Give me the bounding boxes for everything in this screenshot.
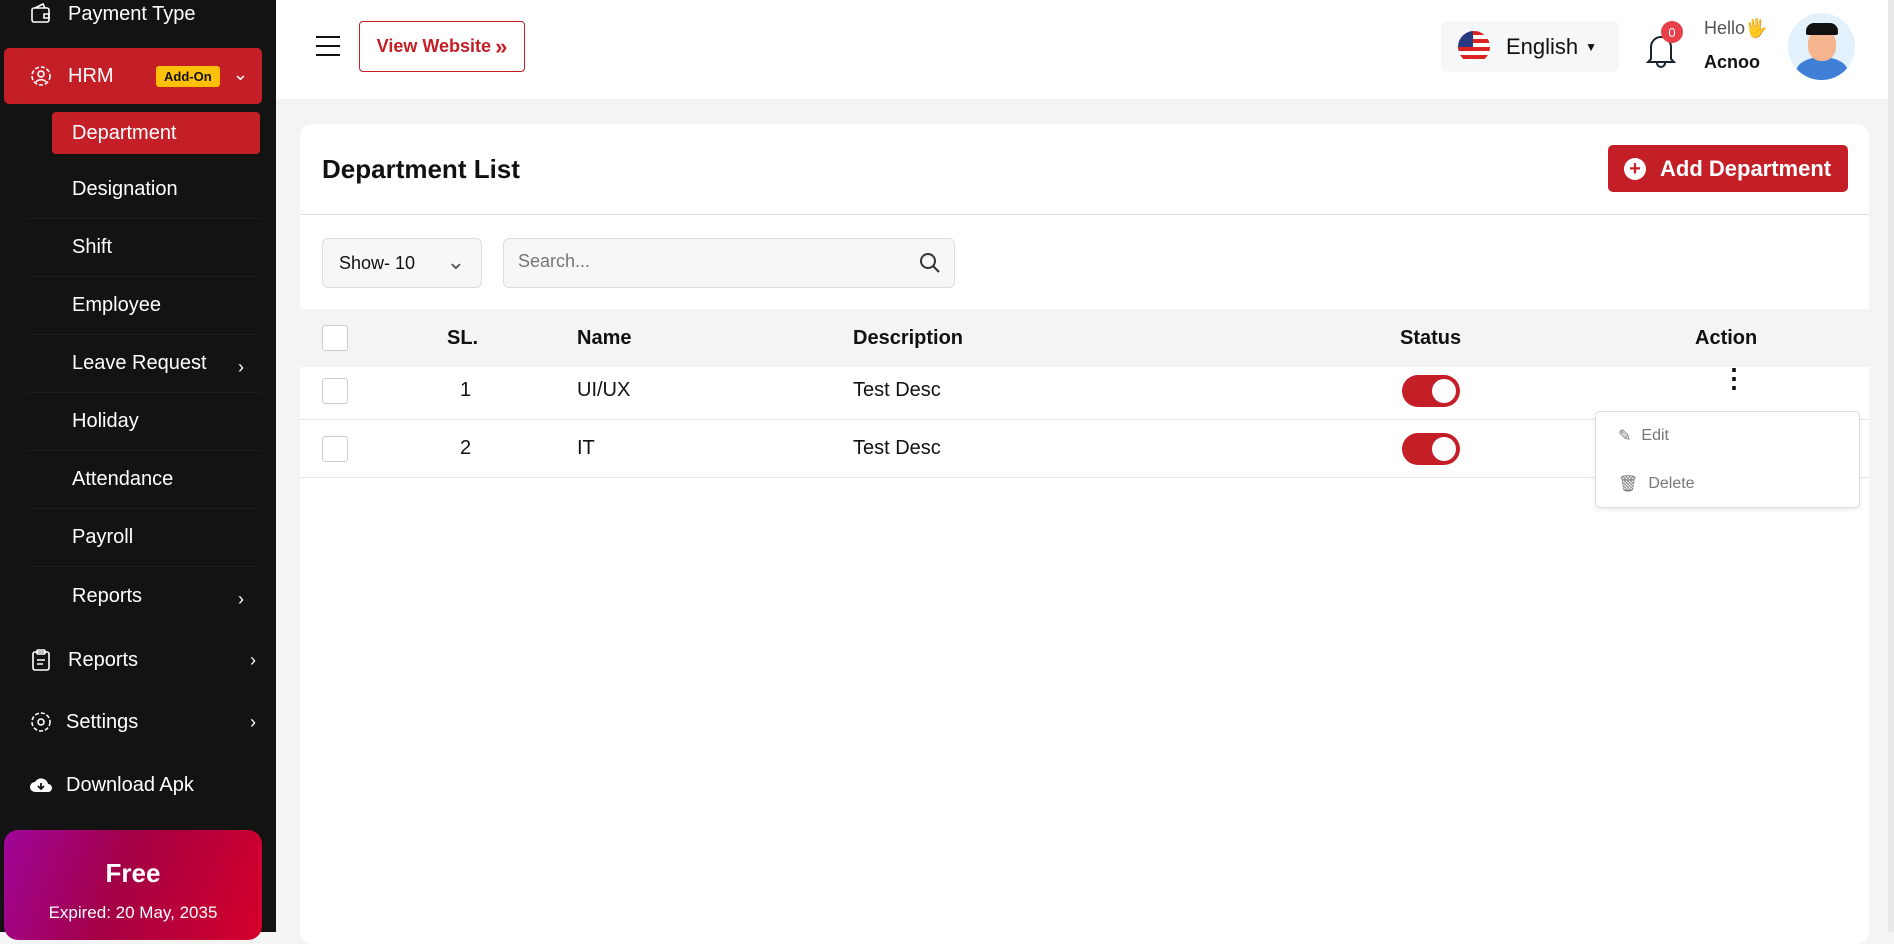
notification-bell[interactable]: 0	[1646, 28, 1682, 68]
sidebar-item-holiday[interactable]: Holiday	[28, 393, 260, 451]
sidebar-item-employee[interactable]: Employee	[28, 277, 260, 335]
chevron-down-icon: ⌄	[447, 249, 465, 275]
sidebar-item-reports[interactable]: Reports›	[0, 640, 276, 680]
label: Shift	[72, 236, 112, 259]
sidebar-item-download-apk[interactable]: Download Apk	[0, 765, 276, 805]
cell-description: Test Desc	[853, 379, 941, 402]
department-card: Department List + Add Department Show- 1…	[300, 124, 1869, 944]
addon-badge: Add-On	[156, 66, 220, 87]
greeting-text: Hello	[1704, 18, 1745, 38]
sidebar-item-hrm-reports[interactable]: Reports ›	[28, 567, 260, 625]
language-select[interactable]: English ▼	[1441, 21, 1619, 72]
sidebar: Payment Type HRM Add-On ⌄ Department Des…	[0, 0, 276, 932]
sidebar-item-hrm[interactable]: HRM Add-On ⌄	[4, 48, 262, 104]
label: Attendance	[72, 468, 173, 491]
chevron-right-icon: ›	[250, 650, 256, 671]
sidebar-item-leave-request[interactable]: Leave Request ›	[28, 335, 260, 393]
chevron-right-icon: ›	[238, 357, 244, 378]
wallet-icon	[28, 1, 54, 27]
label: Designation	[72, 178, 178, 201]
cell-name: UI/UX	[577, 379, 630, 402]
action-menu: ✎ Edit 🗑 Delete	[1595, 411, 1860, 508]
top-header: View Website» English ▼ 0 Hello🖐 Acnoo	[276, 0, 1894, 99]
sidebar-item-shift[interactable]: Shift	[28, 219, 260, 277]
label: Edit	[1641, 427, 1669, 445]
label: Delete	[1648, 475, 1694, 493]
header-description: Description	[853, 327, 963, 350]
show-entries-select[interactable]: Show- 10 ⌄	[322, 238, 482, 288]
plan-expiry: Expired: 20 May, 2035	[4, 903, 262, 923]
plan-card: Free Expired: 20 May, 2035	[4, 830, 262, 940]
row-checkbox[interactable]	[322, 436, 348, 462]
scrollbar[interactable]	[1888, 0, 1894, 932]
status-toggle[interactable]	[1402, 433, 1460, 465]
cell-sl: 2	[460, 437, 471, 460]
cell-description: Test Desc	[853, 437, 941, 460]
sidebar-item-designation[interactable]: Designation	[28, 161, 260, 219]
label: View Website	[377, 36, 491, 57]
avatar[interactable]	[1788, 13, 1855, 80]
caret-down-icon: ▼	[1585, 40, 1597, 54]
label: Leave Request	[72, 352, 207, 375]
divider	[300, 214, 1869, 215]
cell-sl: 1	[460, 379, 471, 402]
plan-name: Free	[4, 858, 262, 889]
add-department-button[interactable]: + Add Department	[1608, 145, 1848, 192]
user-name: Acnoo	[1704, 52, 1760, 73]
plus-circle-icon: +	[1624, 158, 1646, 180]
header-status: Status	[1400, 327, 1461, 350]
header-action: Action	[1695, 327, 1757, 350]
label: Payroll	[72, 526, 133, 549]
cell-name: IT	[577, 437, 595, 460]
label: Employee	[72, 294, 161, 317]
double-chevron-right-icon: »	[495, 34, 507, 60]
label: English	[1506, 34, 1578, 60]
status-toggle[interactable]	[1402, 375, 1460, 407]
pencil-icon: ✎	[1618, 426, 1631, 446]
cloud-download-icon	[28, 772, 54, 798]
sidebar-item-attendance[interactable]: Attendance	[28, 451, 260, 509]
label: Holiday	[72, 410, 139, 433]
edit-menu-item[interactable]: ✎ Edit	[1618, 426, 1669, 446]
chevron-right-icon: ›	[238, 589, 244, 610]
delete-menu-item[interactable]: 🗑 Delete	[1618, 474, 1695, 494]
chevron-right-icon: ›	[250, 712, 256, 733]
chevron-down-icon: ⌄	[233, 64, 248, 85]
view-website-button[interactable]: View Website»	[359, 21, 525, 72]
sidebar-item-department[interactable]: Department	[52, 112, 260, 154]
label: Department	[72, 122, 177, 145]
notification-count: 0	[1661, 21, 1683, 43]
search-box	[503, 238, 955, 288]
header-sl: SL.	[447, 327, 478, 350]
label: Show- 10	[339, 253, 415, 274]
more-vertical-icon[interactable]: ⋮	[1721, 374, 1747, 382]
header-name: Name	[577, 327, 631, 350]
sidebar-item-payment-type[interactable]: Payment Type	[0, 0, 276, 28]
wave-icon: 🖐	[1745, 18, 1767, 38]
search-icon[interactable]	[918, 251, 942, 275]
trash-icon: 🗑	[1618, 474, 1638, 494]
table-header: SL. Name Description Status Action	[300, 309, 1869, 367]
sidebar-item-payroll[interactable]: Payroll	[28, 509, 260, 567]
us-flag-icon	[1458, 31, 1490, 63]
gear-icon	[28, 709, 54, 735]
greeting: Hello🖐	[1704, 18, 1767, 39]
label: Add Department	[1660, 156, 1831, 182]
clipboard-icon	[28, 647, 54, 673]
page-title: Department List	[322, 154, 520, 185]
row-checkbox[interactable]	[322, 378, 348, 404]
search-input[interactable]	[518, 251, 898, 272]
label: Reports	[72, 585, 142, 608]
sidebar-item-settings[interactable]: Settings›	[0, 702, 276, 742]
gear-user-icon	[28, 63, 54, 89]
hamburger-menu-icon[interactable]	[316, 36, 340, 56]
select-all-checkbox[interactable]	[322, 325, 348, 351]
